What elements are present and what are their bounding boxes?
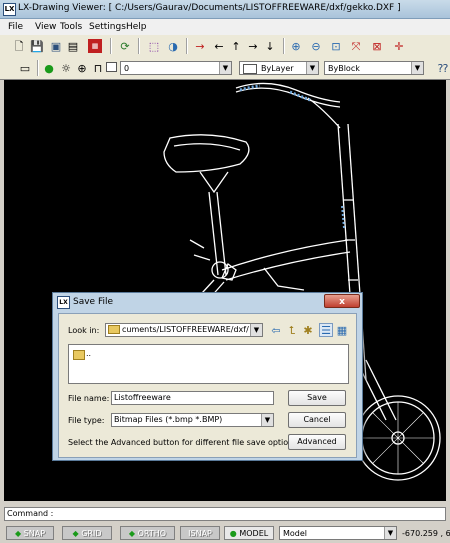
menu-settings[interactable]: Settings: [89, 22, 126, 32]
dialog-title-bar: LX Save File x: [53, 293, 362, 311]
file-type-select[interactable]: Bitmap Files (*.bmp *.BMP) ▼: [111, 413, 274, 427]
space-select[interactable]: Model ▼: [279, 526, 397, 540]
pan-down-icon[interactable]: ↓: [263, 39, 277, 53]
open-icon[interactable]: ▣: [49, 39, 63, 53]
linetype-select[interactable]: ByBlock ▼: [324, 61, 424, 75]
snap-toggle[interactable]: ◆ SNAP: [6, 526, 54, 540]
crosshair-icon[interactable]: ✛: [392, 39, 406, 53]
toolbar-separator: [138, 38, 140, 54]
properties-toolbar: ▭ ● ☼ ⊕ ⊓ 0 ▼ ByLayer ▼ ByBlock ▼ ⁇: [0, 57, 450, 80]
folder-icon: [73, 350, 85, 360]
status-bar: ◆ SNAP ◆ GRID ◆ ORTHO ISNAP ● MODEL Mode…: [0, 523, 450, 543]
pan-left-icon[interactable]: ←: [212, 39, 226, 53]
menu-help[interactable]: Help: [126, 22, 147, 32]
detail-view-icon[interactable]: ▦: [335, 323, 349, 337]
isnap-toggle[interactable]: ISNAP: [180, 526, 220, 540]
look-in-label: Look in:: [68, 326, 100, 335]
grid-toggle[interactable]: ◆ GRID: [62, 526, 112, 540]
zoom-in-icon[interactable]: ⊕: [289, 39, 303, 53]
chevron-down-icon: ▼: [250, 324, 262, 336]
new-file-icon[interactable]: 🗋: [12, 39, 26, 53]
chevron-down-icon: ▼: [261, 414, 273, 426]
menu-tools[interactable]: Tools: [60, 22, 82, 32]
advanced-button[interactable]: Advanced: [288, 434, 346, 450]
menu-file[interactable]: File: [8, 22, 23, 32]
layer-freeze-icon[interactable]: ☼: [59, 61, 73, 75]
list-item[interactable]: ..: [86, 349, 91, 358]
layer-lock-open-icon[interactable]: ⊓: [91, 61, 105, 75]
zoom-window-icon[interactable]: ⊡: [329, 39, 343, 53]
toolbar-separator: [283, 38, 285, 54]
back-icon[interactable]: ⇦: [269, 323, 283, 337]
zoom-out-icon[interactable]: ⊖: [309, 39, 323, 53]
print-icon[interactable]: ▤: [66, 39, 80, 53]
file-list[interactable]: ..: [68, 344, 349, 384]
layer-color-swatch[interactable]: [106, 62, 117, 72]
layer-on-icon[interactable]: ●: [42, 61, 56, 75]
app-icon: LX: [3, 3, 16, 16]
coordinates-readout: -670.259 , 64: [402, 529, 450, 538]
folder-icon: [108, 325, 120, 334]
toolbar-separator: [37, 60, 39, 76]
advanced-hint: Select the Advanced button for different…: [68, 438, 298, 447]
menu-view[interactable]: View: [35, 22, 56, 32]
command-line[interactable]: Command :: [4, 507, 446, 521]
layer-lock-icon[interactable]: ⊕: [75, 61, 89, 75]
file-name-label: File name:: [68, 394, 110, 403]
export-icon[interactable]: ▦: [88, 39, 102, 53]
color-swatch: [243, 63, 257, 74]
color-select[interactable]: ByLayer ▼: [239, 61, 319, 75]
command-label: Command :: [7, 509, 54, 518]
pan-right-icon[interactable]: →: [246, 39, 260, 53]
zoom-extents-icon[interactable]: ⤧: [349, 39, 363, 53]
toolbar-separator: [110, 38, 112, 54]
ortho-toggle[interactable]: ◆ ORTHO: [120, 526, 175, 540]
dialog-body: Look in: cuments/LISTOFFREEWARE/dxf/ ▼ ⇦…: [58, 313, 357, 458]
save-button[interactable]: Save: [288, 390, 346, 406]
model-toggle[interactable]: ● MODEL: [224, 526, 274, 540]
layer-manager-icon[interactable]: ▭: [18, 61, 32, 75]
pan-up-icon[interactable]: ↑: [229, 39, 243, 53]
help-pointer-icon[interactable]: ⁇: [436, 61, 450, 75]
look-in-select[interactable]: cuments/LISTOFFREEWARE/dxf/ ▼: [105, 323, 263, 337]
main-toolbar: 🗋 💾 ▣ ▤ ▦ ⟳ ⬚ ◑ → ← ↑ → ↓ ⊕ ⊖ ⊡ ⤧ ⊠ ✛: [0, 35, 450, 58]
chevron-down-icon: ▼: [411, 62, 423, 74]
toolbar-separator: [186, 38, 188, 54]
save-icon[interactable]: 💾: [30, 39, 44, 53]
chevron-down-icon: ▼: [219, 62, 231, 74]
layers-icon[interactable]: ⬚: [147, 39, 161, 53]
window-title: LX-Drawing Viewer: [ C:/Users/Gaurav/Doc…: [18, 3, 401, 13]
up-folder-icon[interactable]: ⮤: [285, 323, 299, 337]
chevron-down-icon: ▼: [384, 527, 396, 539]
save-file-dialog: LX Save File x Look in: cuments/LISTOFFR…: [52, 292, 363, 461]
zoom-all-icon[interactable]: ⊠: [370, 39, 384, 53]
layer-select[interactable]: 0 ▼: [120, 61, 232, 75]
chevron-down-icon: ▼: [306, 62, 318, 74]
cancel-button[interactable]: Cancel: [288, 412, 346, 428]
file-name-input[interactable]: Listoffreeware: [111, 391, 274, 405]
file-type-label: File type:: [68, 416, 105, 425]
new-folder-icon[interactable]: ✱: [301, 323, 315, 337]
globe-icon[interactable]: ◑: [166, 39, 180, 53]
close-button[interactable]: x: [324, 294, 360, 308]
menu-bar: File View Tools Settings Help: [0, 19, 450, 35]
refresh-icon[interactable]: ⟳: [118, 39, 132, 53]
dialog-title: Save File: [73, 297, 114, 307]
list-view-icon[interactable]: ☰: [319, 323, 333, 337]
pan-right-red-icon[interactable]: →: [193, 39, 207, 53]
dialog-app-icon: LX: [57, 296, 70, 309]
title-bar: LX LX-Drawing Viewer: [ C:/Users/Gaurav/…: [0, 0, 450, 19]
